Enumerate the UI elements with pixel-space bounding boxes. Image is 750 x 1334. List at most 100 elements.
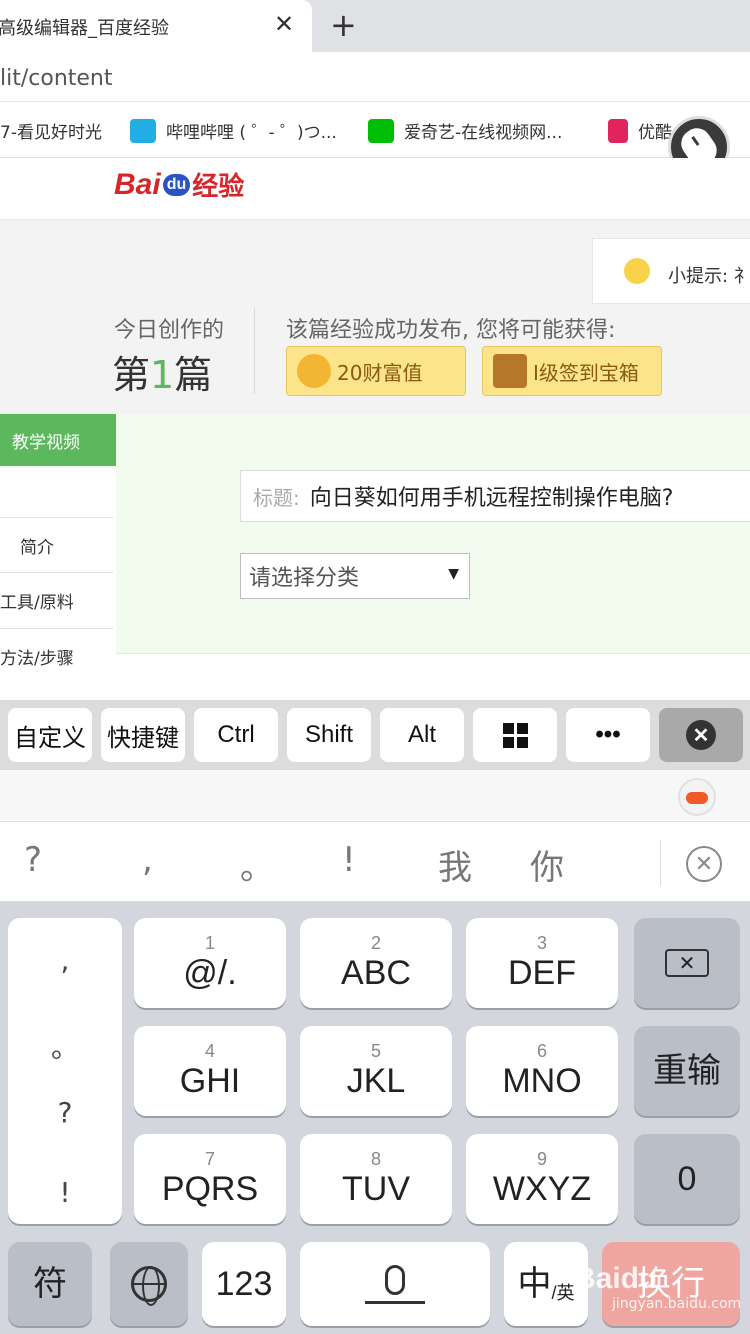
key-3[interactable]: 3 DEF — [466, 918, 618, 1008]
close-toolbar-button[interactable]: ✕ — [659, 708, 743, 762]
key-4[interactable]: 4 GHI — [134, 1026, 286, 1116]
candidate-divider — [660, 840, 661, 886]
title-input[interactable]: 向日葵如何用手机远程控制操作电脑? — [310, 480, 674, 512]
windows-key-button[interactable] — [473, 708, 557, 762]
key-label: 中 — [517, 1265, 552, 1303]
url-text[interactable]: lit/content — [0, 66, 113, 91]
today-suffix: 篇 — [174, 353, 213, 397]
key-label: PQRS — [161, 1170, 259, 1208]
bookmark-label: 哔哩哔哩 ( ゜- ゜)つ... — [166, 123, 337, 143]
key-label: MNO — [502, 1062, 582, 1100]
candidate[interactable]: 。 — [240, 840, 274, 889]
key-5[interactable]: 5 JKL — [300, 1026, 452, 1116]
new-tab-button[interactable]: + — [330, 6, 357, 44]
key-number: 2 — [370, 933, 381, 953]
key-label: TUV — [342, 1170, 410, 1208]
key-label: WXYZ — [492, 1170, 592, 1208]
key-number: 1 — [204, 933, 215, 953]
backspace-icon: ✕ — [665, 949, 709, 977]
sidebar-item-intro[interactable]: 简介 — [0, 517, 114, 572]
key-6[interactable]: 6 MNO — [466, 1026, 618, 1116]
alt-key-button[interactable]: Alt — [380, 708, 464, 762]
key-label: GHI — [179, 1062, 241, 1100]
backspace-key[interactable]: ✕ — [634, 918, 740, 1008]
clear-candidates-icon[interactable]: ✕ — [686, 846, 722, 882]
sidebar-item-label: 教学视频 — [12, 432, 80, 453]
sidebar-item-label: 工具/原料 — [0, 592, 74, 613]
tab-title[interactable]: 高级编辑器_百度经验 — [0, 14, 169, 40]
candidate[interactable]: ! — [342, 840, 356, 880]
key-0[interactable]: 0 — [634, 1134, 740, 1224]
divider — [254, 308, 255, 394]
key-label: 0 — [677, 1160, 697, 1198]
key-sublabel: /英 — [551, 1283, 575, 1303]
candidate[interactable]: 我 — [438, 840, 472, 889]
punct-key[interactable]: ! — [8, 1176, 122, 1209]
punct-key[interactable]: 。 — [8, 1026, 122, 1066]
candidate[interactable]: 你 — [530, 840, 564, 889]
reward-chest: I级签到宝箱 — [482, 346, 662, 396]
title-label: 标题: — [253, 485, 300, 510]
more-button[interactable]: ••• — [566, 708, 650, 762]
sidebar-spacer — [0, 466, 116, 518]
key-label: 符 — [33, 1265, 67, 1303]
key-label: @/. — [183, 954, 237, 992]
ime-logo-icon[interactable] — [678, 778, 716, 816]
baidu-watermark: Baidu — [574, 1262, 658, 1295]
key-1[interactable]: 1 @/. — [134, 918, 286, 1008]
title-field[interactable]: 标题: 向日葵如何用手机远程控制操作电脑? — [240, 470, 750, 522]
editor-panel — [116, 414, 750, 654]
space-key[interactable] — [300, 1242, 490, 1326]
shortcut-key-button[interactable]: 快捷键 — [101, 708, 185, 762]
baidu-jingyan-logo[interactable]: Bai du 经验 — [114, 166, 244, 203]
lightbulb-icon — [624, 258, 650, 284]
close-icon: ✕ — [686, 720, 716, 750]
key-label: 123 — [215, 1265, 273, 1303]
category-placeholder: 请选择分类 — [249, 566, 360, 591]
windows-icon — [502, 722, 528, 748]
candidate-bar — [0, 822, 750, 902]
bookmark-item[interactable]: 优酷 — [608, 118, 672, 143]
punct-key[interactable]: ? — [8, 1096, 122, 1129]
today-count: 第1篇 — [112, 344, 212, 399]
key-7[interactable]: 7 PQRS — [134, 1134, 286, 1224]
globe-icon — [131, 1266, 167, 1306]
bookmark-item[interactable]: 爱奇艺-在线视频网... — [368, 118, 562, 143]
sidebar-item-steps[interactable]: 方法/步骤 — [0, 628, 114, 683]
microphone-icon — [385, 1264, 405, 1295]
category-select[interactable]: 请选择分类 ▼ — [240, 553, 470, 599]
shift-key-button[interactable]: Shift — [287, 708, 371, 762]
page-header — [0, 158, 750, 220]
punct-key[interactable]: , — [8, 944, 122, 977]
custom-key-button[interactable]: 自定义 — [8, 708, 92, 762]
tab-close-icon[interactable]: ✕ — [274, 10, 294, 38]
reward-chest-label: I级签到宝箱 — [533, 360, 639, 385]
sidebar-item-video[interactable]: 教学视频 — [0, 414, 116, 466]
chevron-down-icon: ▼ — [448, 566, 459, 582]
number-mode-key[interactable]: 123 — [202, 1242, 286, 1326]
reward-wealth-label: 20财富值 — [337, 360, 423, 385]
key-number: 8 — [370, 1149, 381, 1169]
bookmark-item[interactable]: 哔哩哔哩 ( ゜- ゜)つ... — [130, 118, 337, 143]
key-number: 3 — [536, 933, 547, 953]
candidate[interactable]: ? — [24, 840, 42, 880]
reinput-key[interactable]: 重输 — [634, 1026, 740, 1116]
globe-key[interactable] — [110, 1242, 188, 1326]
bookmark-item[interactable]: 7-看见好时光 — [0, 118, 102, 143]
key-label: 重输 — [653, 1052, 721, 1090]
key-8[interactable]: 8 TUV — [300, 1134, 452, 1224]
iqiyi-icon — [368, 118, 394, 143]
key-2[interactable]: 2 ABC — [300, 918, 452, 1008]
candidate[interactable]: , — [142, 840, 153, 880]
sidebar-item-tools[interactable]: 工具/原料 — [0, 572, 114, 627]
reward-label: 该篇经验成功发布, 您将可能获得: — [286, 318, 616, 343]
key-9[interactable]: 9 WXYZ — [466, 1134, 618, 1224]
symbol-key[interactable]: 符 — [8, 1242, 92, 1326]
today-label: 今日创作的 — [114, 318, 225, 343]
baidu-watermark-url: jingyan.baidu.com — [612, 1296, 742, 1312]
youku-icon — [608, 118, 628, 143]
treasure-chest-icon — [493, 354, 527, 388]
bookmark-label: 7-看见好时光 — [0, 123, 102, 143]
bookmark-label: 优酷 — [638, 123, 672, 143]
ctrl-key-button[interactable]: Ctrl — [194, 708, 278, 762]
